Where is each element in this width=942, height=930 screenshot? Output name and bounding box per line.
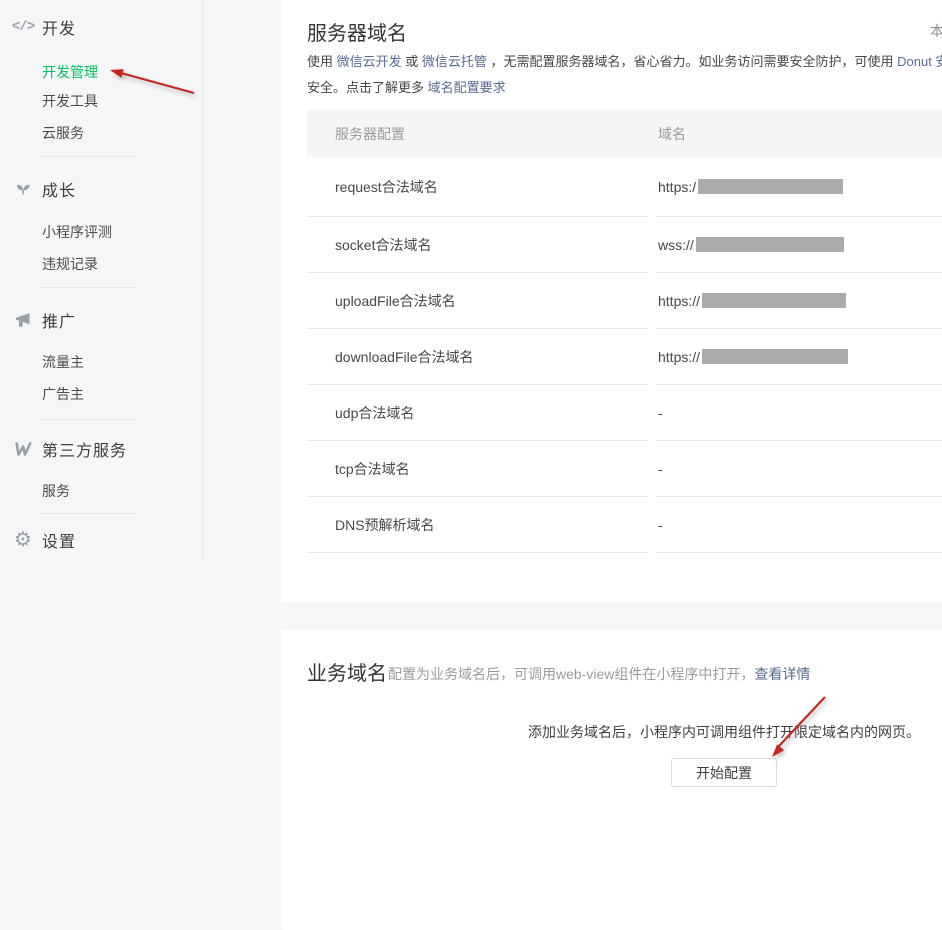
sidebar-item-services[interactable]: 服务 [42,481,70,501]
row-value: - [656,441,942,497]
domain-value: - [658,517,663,533]
business-domain-hint: 添加业务域名后，小程序内可调用组件打开限定域名内的网页。 [281,722,942,742]
row-label: tcp合法域名 [307,441,648,497]
link-weixin-cloud-host[interactable]: 微信云托管 [422,54,487,69]
link-donut-security[interactable]: Donut 安全 [897,54,942,69]
domain-value: wss:// [658,237,694,253]
business-domain-card: 业务域名 配置为业务域名后，可调用web-view组件在小程序中打开，查看详情 … [281,630,942,930]
domain-value: - [658,461,663,477]
intro-line-1: 使用 微信云开发 或 微信云托管 ，无需配置服务器域名，省心省力。如业务访问需要… [307,51,942,70]
start-config-button[interactable]: 开始配置 [671,758,777,787]
row-label: request合法域名 [307,157,648,217]
sidebar-item-violation-records[interactable]: 违规记录 [42,254,98,274]
sidebar: </> 开发 开发管理 开发工具 云服务 成长 小程序评测 违规记录 推广 流量… [0,0,202,792]
megaphone-icon [8,309,38,331]
intro-text: 或 [402,54,422,69]
sidebar-group-label: 第三方服务 [42,437,127,461]
row-value: https:// [656,273,942,329]
row-value: wss:// [656,217,942,273]
sidebar-border [202,0,203,560]
sidebar-group-third-party[interactable]: 第三方服务 [0,438,202,460]
sidebar-item-advertiser[interactable]: 广告主 [42,384,84,404]
row-value: - [656,385,942,441]
sidebar-item-traffic-owner[interactable]: 流量主 [42,352,84,372]
third-party-icon [8,438,38,460]
sidebar-group-label: 设置 [42,528,76,552]
table-row: downloadFile合法域名 https:// [307,329,942,385]
sidebar-item-cloud-services[interactable]: 云服务 [42,123,84,143]
desc-text: 配置为业务域名后，可调用web-view组件在小程序中打开， [388,666,754,682]
row-label: udp合法域名 [307,385,648,441]
sidebar-item-dev-tools[interactable]: 开发工具 [42,91,98,111]
divider [40,287,138,288]
table-row: request合法域名 https:/ [307,157,942,217]
section-title: 业务域名 [307,657,387,686]
redaction-bar [702,293,846,308]
row-value: https:/ [656,157,942,217]
sidebar-group-label: 开发 [42,15,76,39]
table-row: udp合法域名 - [307,385,942,441]
redaction-bar [702,349,848,364]
code-icon: </> [8,16,38,38]
sidebar-group-promotion[interactable]: 推广 [0,309,202,331]
sidebar-item-dev-management[interactable]: 开发管理 [42,62,98,82]
sidebar-group-growth[interactable]: 成长 [0,178,202,200]
redaction-bar [696,237,844,252]
intro-line-2: 安全。点击了解更多 域名配置要求 [307,77,506,96]
corner-note: 本 [930,21,942,41]
server-domain-card: 服务器域名 本 使用 微信云开发 或 微信云托管 ，无需配置服务器域名，省心省力… [281,0,942,602]
intro-text: 安全。点击了解更多 [307,80,428,95]
server-domain-table: 服务器配置 域名 request合法域名 https:/ socket合法域名 … [307,110,942,553]
intro-text: 使用 [307,54,337,69]
table-row: socket合法域名 wss:// [307,217,942,273]
sidebar-item-miniapp-evaluation[interactable]: 小程序评测 [42,222,112,242]
row-value: https:// [656,329,942,385]
col-header-server-config: 服务器配置 [307,124,648,144]
redaction-bar [698,179,843,194]
sidebar-group-settings[interactable]: ⚙ 设置 [0,529,202,551]
divider [40,419,138,420]
domain-value: - [658,405,663,421]
sprout-icon [8,178,38,200]
table-row: tcp合法域名 - [307,441,942,497]
row-label: downloadFile合法域名 [307,329,648,385]
gear-icon: ⚙ [8,529,38,551]
link-view-details[interactable]: 查看详情 [754,666,810,682]
intro-text: ，无需配置服务器域名，省心省力。如业务访问需要安全防护，可使用 [487,54,897,69]
sidebar-group-label: 成长 [42,177,76,201]
row-label: DNS预解析域名 [307,497,648,553]
table-header-row: 服务器配置 域名 [307,110,942,157]
page-title: 服务器域名 [307,17,407,46]
section-desc: 配置为业务域名后，可调用web-view组件在小程序中打开，查看详情 [388,664,810,684]
divider [40,156,138,157]
sidebar-group-label: 推广 [42,308,76,332]
row-label: socket合法域名 [307,217,648,273]
sidebar-group-dev[interactable]: </> 开发 [0,16,202,38]
table-row: DNS预解析域名 - [307,497,942,553]
divider [40,513,138,514]
col-header-domain: 域名 [648,124,942,144]
row-value: - [656,497,942,553]
domain-value: https:// [658,349,700,365]
link-weixin-cloud-dev[interactable]: 微信云开发 [337,54,402,69]
table-row: uploadFile合法域名 https:// [307,273,942,329]
row-label: uploadFile合法域名 [307,273,648,329]
link-domain-config-requirements[interactable]: 域名配置要求 [428,80,506,95]
domain-value: https:/ [658,179,696,195]
domain-value: https:// [658,293,700,309]
